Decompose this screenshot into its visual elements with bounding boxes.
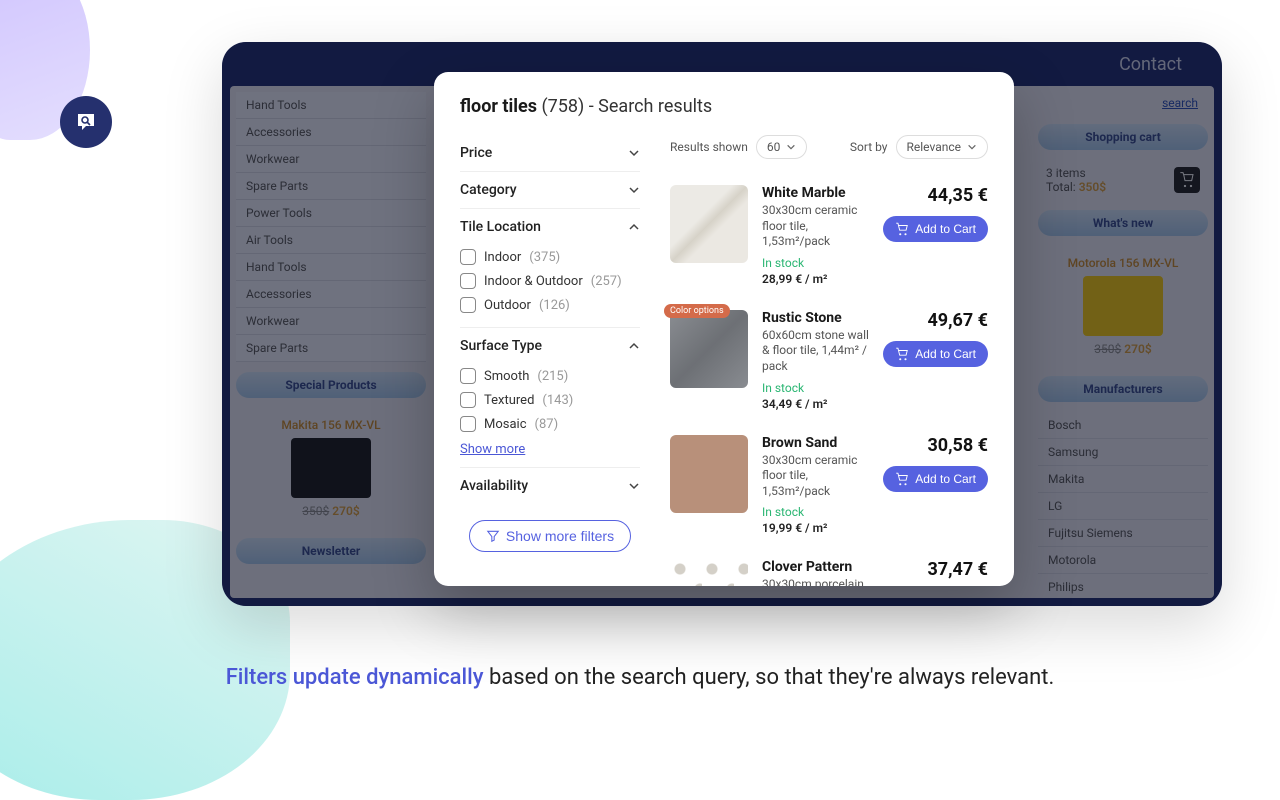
product-description: 30x30cm porcelain wall & floor tile, 1,5… <box>762 577 869 586</box>
surface-type-options: Smooth (215)Textured (143)Mosaic (87) <box>460 364 640 436</box>
product-list: White Marble 30x30cm ceramic floor tile, … <box>670 173 988 586</box>
tile-location-options: Indoor (375)Indoor & Outdoor (257)Outdoo… <box>460 245 640 317</box>
chevron-up-icon <box>628 340 640 352</box>
checkbox-icon <box>460 416 476 432</box>
cart-icon <box>895 347 909 361</box>
filter-availability[interactable]: Availability <box>460 478 640 494</box>
checkbox-icon <box>460 368 476 384</box>
product-price: 49,67 € <box>883 310 988 331</box>
product-price: 30,58 € <box>883 435 988 456</box>
filters-panel: Price Category Tile Location Indoor (375… <box>460 135 640 586</box>
results-toolbar: Results shown 60 Sort by Relevance <box>670 135 988 159</box>
sort-by-label: Sort by <box>850 140 888 154</box>
stock-status: In stock <box>762 505 869 519</box>
add-to-cart-button[interactable]: Add to Cart <box>883 216 988 242</box>
stock-status: In stock <box>762 256 869 270</box>
filter-option[interactable]: Mosaic (87) <box>460 412 640 436</box>
filter-category[interactable]: Category <box>460 182 640 198</box>
color-options-badge: Color options <box>664 304 730 318</box>
chevron-down-icon <box>967 142 977 152</box>
chevron-down-icon <box>628 184 640 196</box>
checkbox-icon <box>460 273 476 289</box>
product-name[interactable]: Clover Pattern <box>762 559 869 575</box>
product-thumbnail[interactable] <box>670 559 748 586</box>
product-thumbnail[interactable]: Color options <box>670 310 748 388</box>
chevron-up-icon <box>628 221 640 233</box>
modal-title: floor tiles (758) - Search results <box>460 96 988 117</box>
product-description: 30x30cm ceramic floor tile, 1,53m²/pack <box>762 203 869 250</box>
product-name[interactable]: Brown Sand <box>762 435 869 451</box>
results-panel: Results shown 60 Sort by Relevance White… <box>670 135 988 586</box>
checkbox-icon <box>460 297 476 313</box>
product-description: 30x30cm ceramic floor tile, 1,53m²/pack <box>762 453 869 500</box>
filter-option[interactable]: Outdoor (126) <box>460 293 640 317</box>
filter-option[interactable]: Indoor & Outdoor (257) <box>460 269 640 293</box>
unit-price: 19,99 € / m² <box>762 521 869 535</box>
filter-price[interactable]: Price <box>460 145 640 161</box>
product-price: 44,35 € <box>883 185 988 206</box>
chevron-down-icon <box>786 142 796 152</box>
checkbox-icon <box>460 249 476 265</box>
page-size-select[interactable]: 60 <box>756 135 808 159</box>
marketing-caption: Filters update dynamically based on the … <box>0 665 1280 690</box>
chevron-down-icon <box>628 480 640 492</box>
filter-option[interactable]: Indoor (375) <box>460 245 640 269</box>
product-price: 37,47 € <box>883 559 988 580</box>
product-row: Brown Sand 30x30cm ceramic floor tile, 1,… <box>670 423 988 548</box>
product-name[interactable]: White Marble <box>762 185 869 201</box>
show-more-filters-button[interactable]: Show more filters <box>469 520 631 552</box>
stock-status: In stock <box>762 381 869 395</box>
chevron-down-icon <box>628 147 640 159</box>
filter-option[interactable]: Smooth (215) <box>460 364 640 388</box>
sort-select[interactable]: Relevance <box>896 135 989 159</box>
search-results-modal: floor tiles (758) - Search results Price… <box>434 72 1014 586</box>
product-name[interactable]: Rustic Stone <box>762 310 869 326</box>
unit-price: 28,99 € / m² <box>762 272 869 286</box>
cart-icon <box>895 222 909 236</box>
add-to-cart-button[interactable]: Add to Cart <box>883 341 988 367</box>
results-shown-label: Results shown <box>670 140 748 154</box>
product-thumbnail[interactable] <box>670 185 748 263</box>
show-more-surface-link[interactable]: Show more <box>460 442 525 457</box>
product-row: Clover Pattern 30x30cm porcelain wall & f… <box>670 547 988 586</box>
product-row: Color options Rustic Stone 60x60cm stone w… <box>670 298 988 423</box>
add-to-cart-button[interactable]: Add to Cart <box>883 466 988 492</box>
filter-surface-type[interactable]: Surface Type <box>460 338 640 354</box>
filter-tile-location[interactable]: Tile Location <box>460 219 640 235</box>
product-row: White Marble 30x30cm ceramic floor tile, … <box>670 173 988 298</box>
filter-icon <box>486 529 500 543</box>
unit-price: 34,49 € / m² <box>762 397 869 411</box>
app-logo <box>60 96 112 148</box>
search-bubble-icon <box>74 110 98 134</box>
product-thumbnail[interactable] <box>670 435 748 513</box>
product-description: 60x60cm stone wall & floor tile, 1,44m² … <box>762 328 869 375</box>
checkbox-icon <box>460 392 476 408</box>
cart-icon <box>895 472 909 486</box>
filter-option[interactable]: Textured (143) <box>460 388 640 412</box>
